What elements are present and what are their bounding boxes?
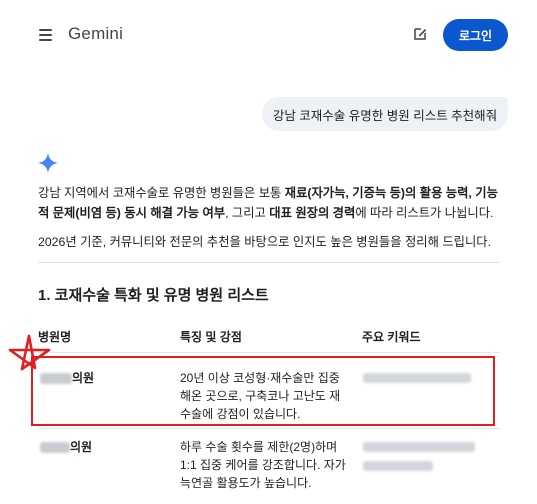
intro-text: 에 따라 리스트가 나뉩니다. <box>355 206 494 220</box>
table-row-2-hospital: 의원 <box>40 438 92 456</box>
user-prompt-bubble: 강남 코재수술 유명한 병원 리스트 추천해줘 <box>262 97 508 131</box>
redacted-name <box>40 442 70 454</box>
intro-text: 강남 지역에서 코재수술로 유명한 병원들은 보통 <box>38 186 285 200</box>
table-row-divider <box>38 428 500 429</box>
new-chat-icon[interactable] <box>412 26 428 42</box>
response-basis-paragraph: 2026년 기준, 커뮤니티와 전문의 추천을 바탕으로 인지도 높은 병원들을… <box>38 235 492 249</box>
highlight-box <box>31 356 495 426</box>
login-button[interactable]: 로그인 <box>443 19 508 51</box>
section-heading: 1. 코재수술 특화 및 유명 병원 리스트 <box>38 287 269 304</box>
section-divider <box>38 262 500 263</box>
table-row-2-keywords-redacted <box>363 461 433 471</box>
table-row-2-feature: 하루 수술 횟수를 제한(2명)하며 1:1 집중 케어를 강조합니다. 자가 … <box>180 440 346 490</box>
table-header-feature: 특징 및 강점 <box>180 330 242 344</box>
response-intro-paragraph: 강남 지역에서 코재수술로 유명한 병원들은 보통 재료(자가늑, 기증늑 등)… <box>38 183 500 223</box>
menu-icon[interactable] <box>39 29 52 41</box>
table-header-divider <box>38 352 500 353</box>
table-row-2-keywords-redacted <box>363 442 475 452</box>
intro-text: , 그리고 <box>225 206 270 220</box>
star-annotation-icon <box>8 334 51 371</box>
intro-bold-text: 대표 원장의 경력 <box>269 206 356 220</box>
gemini-spark-icon <box>38 153 58 173</box>
app-title[interactable]: Gemini <box>68 24 123 44</box>
table-header-keyword: 주요 키워드 <box>362 330 421 344</box>
top-bar: Gemini 로그인 <box>0 0 537 68</box>
